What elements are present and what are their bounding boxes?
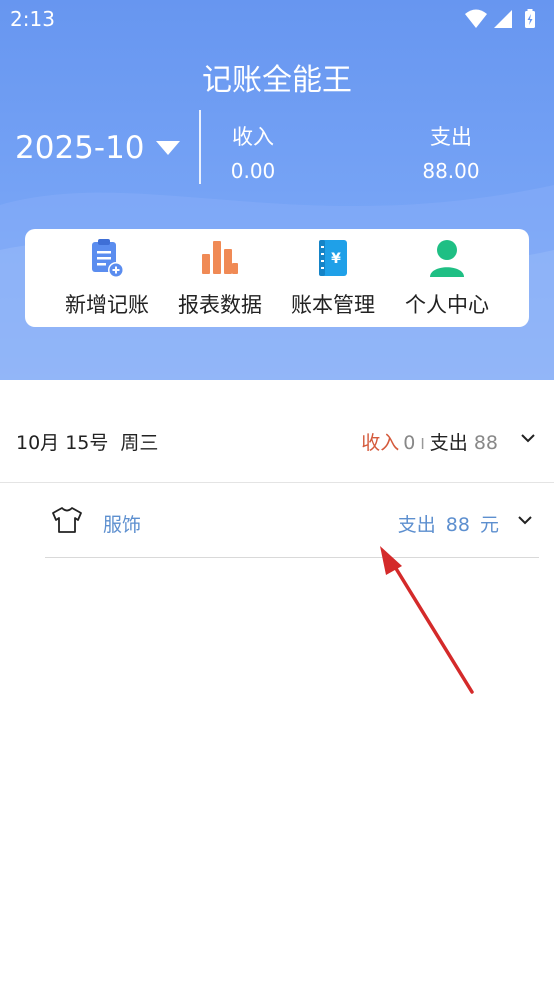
annotation-arrow [380, 546, 474, 694]
